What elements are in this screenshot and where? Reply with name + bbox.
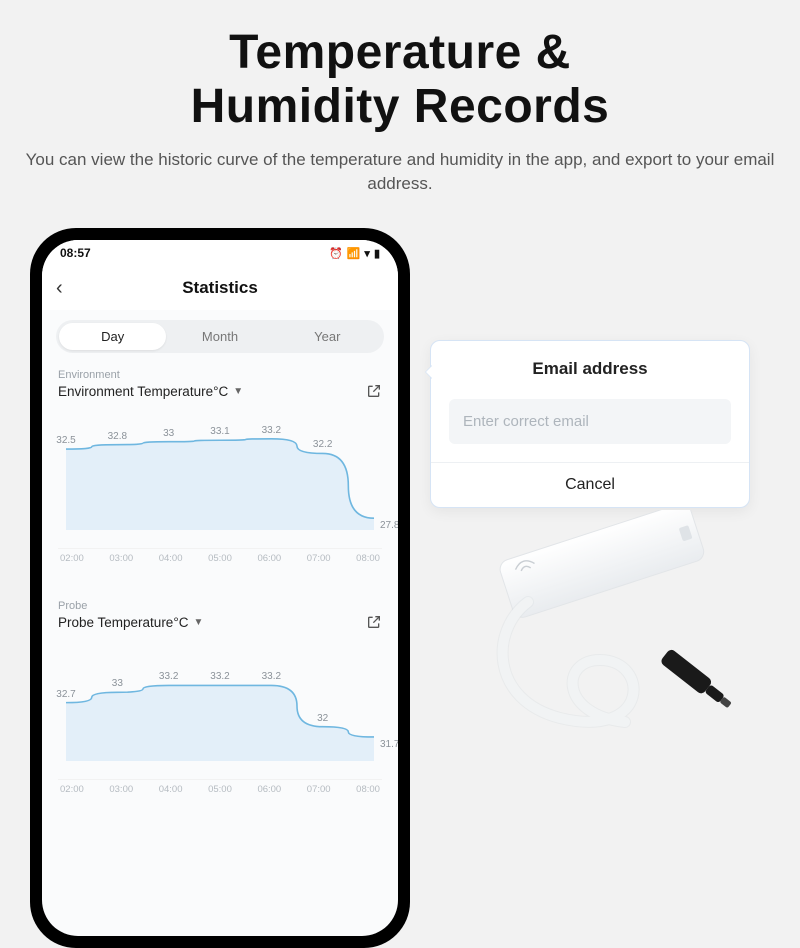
- section-group-label: Probe: [58, 600, 382, 612]
- section-probe: Probe Probe Temperature°C ▼ 32.73333.233…: [42, 590, 398, 795]
- chart-environment: 32.532.83333.133.232.227.8: [58, 405, 382, 549]
- dialog-title: Email address: [431, 359, 749, 379]
- status-time: 08:57: [60, 246, 91, 260]
- alarm-icon: ⏰: [329, 247, 343, 260]
- cancel-button[interactable]: Cancel: [431, 462, 749, 507]
- nav-title: Statistics: [182, 278, 258, 298]
- hero-title: Temperature & Humidity Records: [0, 0, 800, 134]
- metric-selector[interactable]: Environment Temperature°C ▼: [58, 384, 243, 399]
- metric-selector[interactable]: Probe Temperature°C ▼: [58, 615, 203, 630]
- chart-probe: 32.73333.233.233.23231.7: [58, 636, 382, 780]
- email-export-dialog: Email address Enter correct email Cancel: [430, 340, 750, 508]
- phone-screen: 08:57 ⏰ 📶 ▾ ▮ ‹ Statistics Day Month Yea…: [42, 240, 398, 936]
- nav-bar: ‹ Statistics: [42, 266, 398, 310]
- section-environment: Environment Environment Temperature°C ▼ …: [42, 359, 398, 564]
- status-bar: 08:57 ⏰ 📶 ▾ ▮: [42, 240, 398, 266]
- back-button[interactable]: ‹: [56, 277, 63, 300]
- tab-year[interactable]: Year: [274, 323, 381, 350]
- chart-xaxis: 02:0003:0004:0005:0006:0007:0008:00: [58, 784, 382, 795]
- tab-month[interactable]: Month: [166, 323, 273, 350]
- chevron-down-icon: ▼: [233, 386, 243, 397]
- hero-subtitle: You can view the historic curve of the t…: [0, 148, 800, 197]
- sensor-device-illustration: [450, 510, 760, 770]
- export-icon[interactable]: [366, 383, 382, 399]
- range-segmented-control[interactable]: Day Month Year: [56, 320, 384, 353]
- phone-mockup: 08:57 ⏰ 📶 ▾ ▮ ‹ Statistics Day Month Yea…: [30, 228, 410, 948]
- export-icon[interactable]: [366, 614, 382, 630]
- chart-xaxis: 02:0003:0004:0005:0006:0007:0008:00: [58, 553, 382, 564]
- email-field[interactable]: Enter correct email: [449, 399, 731, 444]
- battery-icon: ▮: [374, 247, 380, 260]
- chevron-down-icon: ▼: [193, 617, 203, 628]
- status-icons: ⏰ 📶 ▾ ▮: [329, 247, 380, 260]
- wifi-icon: ▾: [364, 247, 370, 260]
- section-group-label: Environment: [58, 369, 382, 381]
- tab-day[interactable]: Day: [59, 323, 166, 350]
- signal-icon: 📶: [347, 247, 361, 260]
